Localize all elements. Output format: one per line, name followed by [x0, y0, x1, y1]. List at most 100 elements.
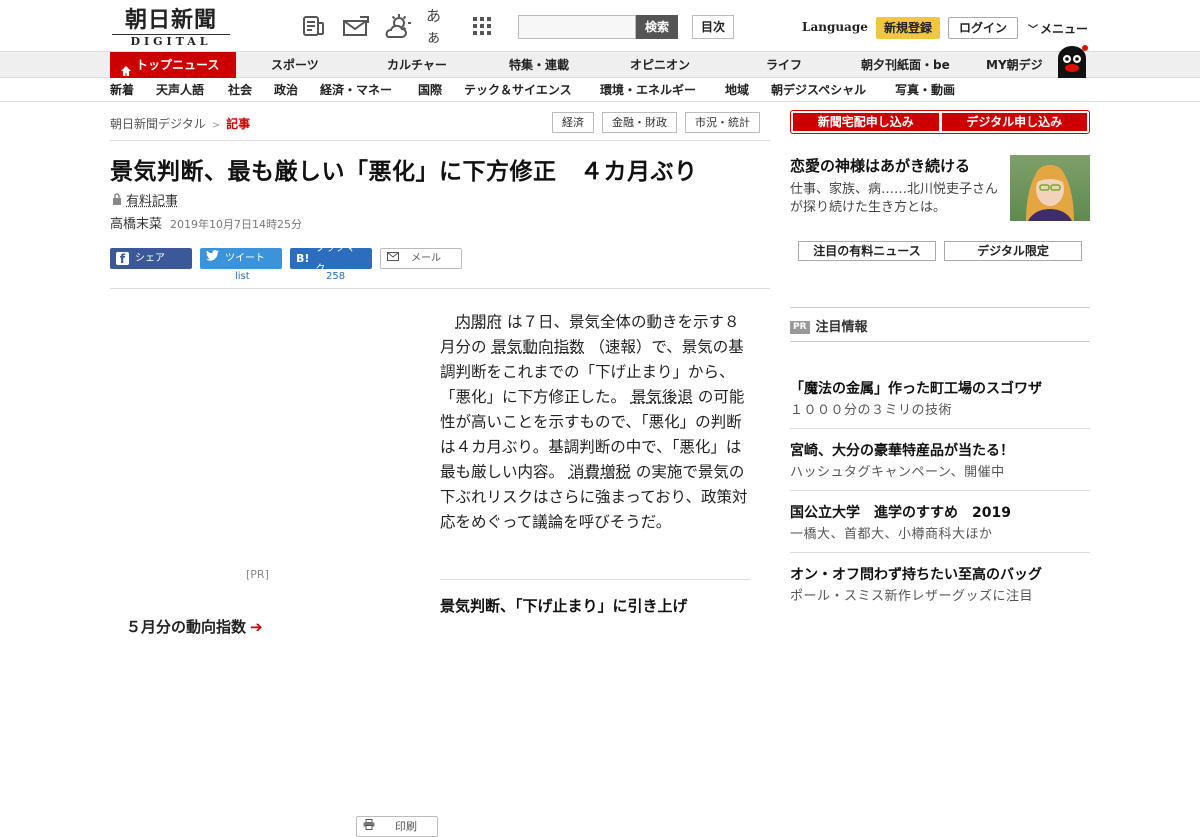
pr-item-sub: 一橋大、首都大、小樽商科大ほか: [790, 526, 1090, 544]
grid-icon[interactable]: [468, 12, 496, 40]
register-button[interactable]: 新規登録: [876, 17, 940, 39]
publish-date: 2019年10月7日14時25分: [170, 218, 302, 231]
subnav-item-photo[interactable]: 写真・動画: [895, 78, 955, 102]
pr-item[interactable]: 宮崎、大分の豪華特産品が当たる！ ハッシュタグキャンペーン、開催中: [790, 441, 1090, 491]
divider: [790, 552, 1090, 553]
tab-premium-news[interactable]: 注目の有料ニュース: [798, 241, 936, 261]
nav-item-features[interactable]: 特集・連載: [509, 52, 569, 78]
chevron-down-icon: ﹀: [1028, 25, 1038, 36]
site-header: 朝日新聞 DIGITAL あぁ 検索 目次 Language 新規登録 ログイン…: [0, 0, 1200, 52]
breadcrumb-home[interactable]: 朝日新聞デジタル: [110, 117, 206, 131]
pr-heading: PR 注目情報: [790, 316, 868, 335]
nav-item-life[interactable]: ライフ: [766, 52, 802, 78]
nav-item-my-asadigi[interactable]: MY朝デジ: [986, 52, 1043, 78]
hatena-icon: B!: [296, 248, 309, 269]
nav-item-paper[interactable]: 朝夕刊紙面・be: [861, 52, 950, 78]
article-title: 景気判断、最も厳しい「悪化」に下方修正 ４カ月ぶり: [110, 152, 698, 186]
featured-story[interactable]: 恋愛の神様はあがき続ける 仕事、家族、病……北川悦吏子さんが探り続けた生き方とは…: [790, 155, 1000, 217]
subnav-item-tech[interactable]: テック＆サイエンス: [464, 78, 572, 102]
related-article-link[interactable]: 景気判断、「下げ止まり」に引き上げ: [440, 595, 688, 616]
font-size-icon[interactable]: あぁ: [426, 12, 454, 40]
article-body: 内閣府 は７日、景気全体の動きを示す８月分の 景気動向指数 （速報）で、景気の基…: [440, 310, 752, 535]
facebook-share-button[interactable]: f シェア: [110, 248, 192, 269]
nav-item-culture[interactable]: カルチャー: [387, 52, 447, 78]
breadcrumb: 朝日新聞デジタル > 記事: [110, 115, 250, 132]
tab-digital-only[interactable]: デジタル限定: [944, 241, 1082, 261]
featured-summary: 仕事、家族、病……北川悦吏子さんが探り続けた生き方とは。: [790, 181, 1000, 217]
divider: [790, 428, 1090, 429]
header-icons: あぁ: [300, 12, 496, 40]
primary-nav: トップニュース スポーツ カルチャー 特集・連載 オピニオン ライフ 朝夕刊紙面…: [0, 52, 1200, 78]
keyword-link[interactable]: 消費増税: [569, 463, 631, 481]
pr-item[interactable]: オン・オフ問わず持ちたい至高のバッグ ポール・スミス新作レザーグッズに注目: [790, 565, 1090, 606]
nav-top-label: トップニュース: [136, 58, 219, 72]
logo-text: 朝日新聞: [112, 8, 230, 32]
mail-share-button[interactable]: メール: [380, 248, 462, 269]
twitter-share-label: ツイート: [225, 248, 265, 269]
nav-top-news[interactable]: トップニュース: [110, 52, 236, 78]
subnav-item-international[interactable]: 国際: [418, 78, 442, 102]
keyword-link[interactable]: 景気後退: [631, 388, 693, 406]
subnav-item-politics[interactable]: 政治: [274, 78, 298, 102]
pr-item-headline: 「魔法の金属」作った町工場のスゴワザ: [790, 379, 1090, 399]
ad-label: [PR]: [246, 568, 269, 581]
nav-item-opinion[interactable]: オピニオン: [630, 52, 690, 78]
byline: 高橋末菜 2019年10月7日14時25分: [110, 213, 302, 232]
subnav-item-new[interactable]: 新着: [110, 78, 134, 102]
tag-economy[interactable]: 経済: [552, 112, 594, 133]
hatena-bookmark-button[interactable]: B! ブックマーク: [290, 248, 372, 269]
subnav-item-region[interactable]: 地域: [725, 78, 749, 102]
hatena-count[interactable]: 258: [326, 271, 345, 282]
digital-subscribe-button[interactable]: デジタル申し込み: [942, 113, 1088, 131]
print-button[interactable]: 印刷: [356, 816, 438, 837]
mascot-icon: [1054, 44, 1090, 78]
font-size-label: あぁ: [426, 5, 454, 47]
mail-icon[interactable]: [342, 12, 370, 40]
pr-item[interactable]: 国公立大学 進学のすすめ 2019 一橋大、首都大、小樽商科大ほか: [790, 503, 1090, 553]
twitter-count[interactable]: list: [235, 271, 250, 282]
search-input[interactable]: [518, 15, 636, 39]
subnav-item-special[interactable]: 朝デジスペシャル: [771, 78, 866, 102]
newspaper-icon[interactable]: [300, 12, 328, 40]
subnav-item-economy[interactable]: 経済・マネー: [320, 78, 392, 102]
featured-headline: 恋愛の神様はあがき続ける: [790, 155, 1000, 177]
language-link[interactable]: Language: [802, 20, 868, 34]
envelope-icon: [387, 248, 399, 269]
home-icon: [120, 60, 132, 72]
secondary-nav: 新着 天声人語 社会 政治 経済・マネー 国際 テック＆サイエンス 環境・エネル…: [0, 78, 1200, 102]
site-logo[interactable]: 朝日新聞 DIGITAL: [112, 8, 230, 48]
nav-item-sports[interactable]: スポーツ: [271, 52, 319, 78]
search-button[interactable]: 検索: [636, 15, 678, 39]
printer-icon: [363, 816, 375, 837]
login-button[interactable]: ログイン: [948, 17, 1018, 39]
paid-label-text: 有料記事: [126, 194, 178, 209]
index-button[interactable]: 目次: [692, 15, 734, 39]
pr-item-sub: ハッシュタグキャンペーン、開催中: [790, 464, 1090, 482]
facebook-share-label: シェア: [135, 248, 165, 269]
breadcrumb-separator: >: [212, 120, 220, 131]
pr-badge: PR: [790, 321, 810, 334]
newspaper-subscribe-button[interactable]: 新聞宅配申し込み: [793, 113, 939, 131]
pr-item-headline: 国公立大学 進学のすすめ 2019: [790, 503, 1090, 523]
keyword-link[interactable]: 内閣府: [456, 313, 503, 331]
paid-article-label[interactable]: 有料記事: [112, 190, 178, 209]
lock-icon: [112, 194, 122, 209]
weather-icon[interactable]: [384, 12, 412, 40]
pr-item[interactable]: 「魔法の金属」作った町工場のスゴワザ １０００分の３ミリの技術: [790, 379, 1090, 429]
subnav-item-society[interactable]: 社会: [228, 78, 252, 102]
related-side-link[interactable]: ５月分の動向指数 ➔: [126, 616, 263, 637]
twitter-share-button[interactable]: ツイート: [200, 248, 282, 269]
menu-button[interactable]: ﹀ メニュー: [1028, 20, 1088, 37]
pr-heading-text: 注目情報: [816, 320, 868, 335]
divider: [110, 288, 770, 289]
breadcrumb-current: 記事: [226, 117, 250, 131]
featured-photo[interactable]: [1010, 155, 1090, 221]
subnav-item-environment[interactable]: 環境・エネルギー: [600, 78, 696, 102]
pr-item-headline: オン・オフ問わず持ちたい至高のバッグ: [790, 565, 1090, 585]
divider: [790, 490, 1090, 491]
keyword-link[interactable]: 景気動向指数: [491, 338, 584, 356]
subnav-item-tenseijingo[interactable]: 天声人語: [156, 78, 204, 102]
tag-finance[interactable]: 金融・財政: [602, 112, 677, 133]
sidebar-tabs: 注目の有料ニュース デジタル限定: [798, 241, 1082, 261]
tag-market[interactable]: 市況・統計: [685, 112, 760, 133]
